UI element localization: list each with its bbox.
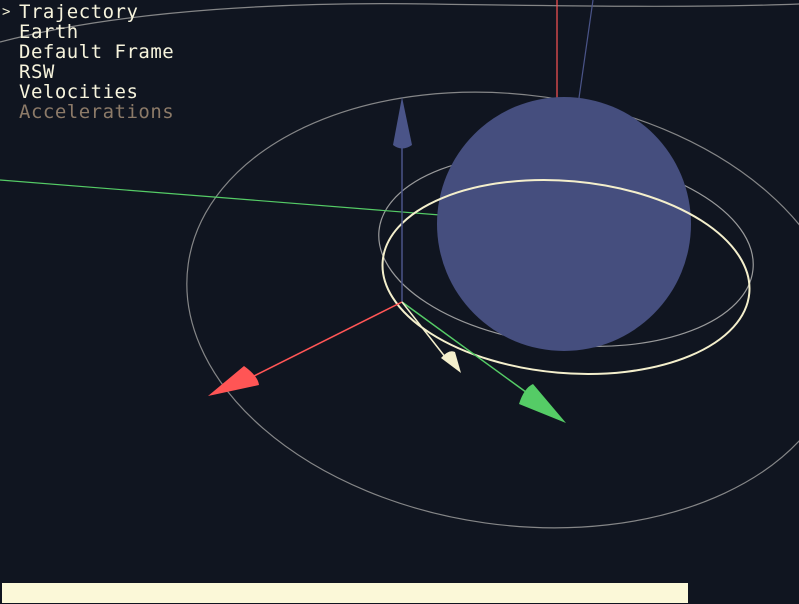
menu-item-label: Trajectory <box>19 1 139 23</box>
earth-sphere[interactable] <box>437 97 691 351</box>
menu-item-earth[interactable]: Earth <box>2 22 174 42</box>
menu-item-default-frame[interactable]: Default Frame <box>2 42 174 62</box>
progress-fill <box>2 583 688 603</box>
time-progress-bar[interactable] <box>2 583 688 603</box>
menu-item-trajectory[interactable]: > Trajectory <box>2 2 174 22</box>
menu-item-label: RSW <box>19 61 55 83</box>
menu-item-label: Earth <box>19 21 79 43</box>
menu-item-rsw[interactable]: RSW <box>2 62 174 82</box>
menu-item-label: Default Frame <box>19 41 175 63</box>
menu-item-label: Velocities <box>19 81 139 103</box>
menu-item-label: Accelerations <box>19 101 175 123</box>
scene-options-menu: > Trajectory Earth Default Frame RSW Vel… <box>2 2 174 122</box>
menu-item-accelerations[interactable]: Accelerations <box>2 102 174 122</box>
menu-item-velocities[interactable]: Velocities <box>2 82 174 102</box>
3d-viewport[interactable]: > Trajectory Earth Default Frame RSW Vel… <box>0 0 799 604</box>
selection-caret-icon: > <box>2 4 11 20</box>
